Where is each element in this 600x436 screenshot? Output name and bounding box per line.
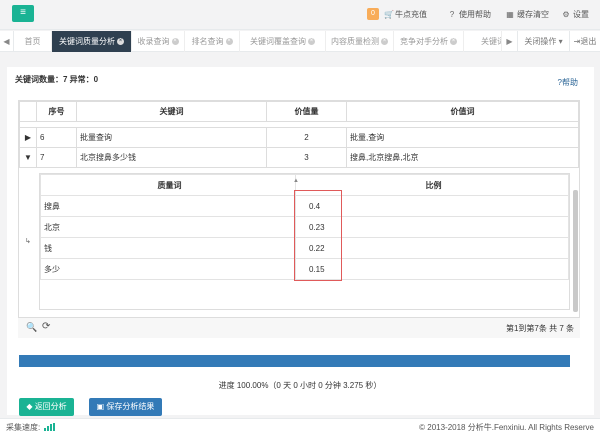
arrow-left-icon: ◆ — [26, 402, 35, 411]
col-header-id[interactable]: 序号 — [36, 101, 77, 122]
col-header-keyword[interactable]: 关键词 — [76, 101, 267, 122]
tab-home[interactable]: 首页 — [14, 31, 52, 52]
tab-next-button[interactable]: ▶ — [502, 31, 518, 52]
copyright-text: © 2013-2018 分析牛.Fenxiniu. All Rights Res… — [419, 423, 594, 432]
tab-keyword-coverage[interactable]: 关键词覆盖查询 × — [240, 31, 326, 52]
gear-icon: ⚙ — [562, 9, 570, 19]
cell-quality-word: 钱 — [40, 237, 296, 259]
close-tab-icon[interactable]: × — [308, 38, 315, 46]
expand-row-toggle[interactable]: ▶ — [19, 127, 37, 148]
tab-index-query[interactable]: 收录查询 × — [132, 31, 185, 52]
settings-link[interactable]: ⚙ 设置 — [562, 9, 589, 20]
close-tab-icon[interactable]: × — [225, 38, 233, 46]
table-header: 序号 关键词 价值量 价值词 — [19, 101, 579, 122]
tab-content-quality[interactable]: 内容质量检测 × — [326, 31, 394, 52]
col-header-words[interactable]: 价值词 — [346, 101, 579, 122]
tab-prev-button[interactable]: ◀ — [0, 31, 14, 52]
cell-keyword: 北京搜鼻多少钱 — [76, 147, 267, 168]
clear-cache-link[interactable]: ▦ 缓存清空 — [506, 9, 549, 20]
caret-right-icon: ▶ — [24, 133, 32, 142]
tab-bar: ◀ 首页 关键词质量分析 × 收录查询 × 排名查询 × 关键词覆盖查询 × 内容质量检… — [0, 31, 600, 52]
grid-scrollbar[interactable] — [573, 190, 578, 312]
close-tab-icon[interactable]: × — [450, 38, 457, 46]
progress-bar — [19, 355, 570, 367]
speed-label: 采集速度: — [6, 423, 41, 432]
table-row[interactable]: ▶ 6 批量查询 2 批量,查询 — [19, 127, 579, 148]
help-button[interactable]: ?帮助 — [558, 77, 578, 88]
tab-rank-query[interactable]: 排名查询 × — [185, 31, 240, 52]
back-button[interactable]: ◆ 返回分析 — [19, 398, 74, 416]
save-results-button[interactable]: ▣ 保存分析结果 — [89, 398, 162, 416]
recharge-link[interactable]: 🛒 牛点充值 — [384, 9, 427, 20]
cell-words: 搜鼻,北京搜鼻,北京 — [346, 147, 579, 168]
points-badge: 0 — [367, 8, 379, 20]
footer: 采集速度: © 2013-2018 分析牛.Fenxiniu. All Righ… — [0, 418, 600, 436]
keyword-table: 序号 关键词 价值量 价值词 ▶ 6 批量查询 2 批量,查询 ▼ 7 北京搜鼻… — [19, 101, 579, 168]
caret-down-icon: ▾ — [556, 37, 563, 46]
pager-info: 第1到第7条 共 7 条 — [505, 324, 574, 333]
cell-keyword: 批量查询 — [76, 127, 267, 148]
save-icon: ▣ — [96, 402, 107, 411]
sort-icon[interactable]: ▲ — [293, 178, 299, 184]
caret-down-icon: ▼ — [24, 153, 32, 162]
top-navbar: ≡ 0 🛒 牛点充值 ? 使用帮助 ▦ 缓存清空 ⚙ 设置 — [0, 0, 600, 30]
forward-icon: ▶ — [506, 37, 513, 46]
close-tab-icon[interactable]: × — [171, 38, 179, 46]
tab-keyword-partial[interactable]: 关键词 — [464, 31, 502, 52]
hamburger-icon: ≡ — [20, 7, 26, 18]
table-row[interactable]: ▼ 7 北京搜鼻多少钱 3 搜鼻,北京搜鼻,北京 — [19, 147, 579, 168]
menu-toggle-button[interactable]: ≡ — [12, 5, 34, 22]
logout-button[interactable]: ⇥退出 — [570, 31, 600, 52]
trash-icon: ▦ — [506, 9, 514, 19]
cell-value: 3 — [266, 147, 347, 168]
tab-keyword-quality[interactable]: 关键词质量分析 × — [52, 31, 132, 52]
collapse-row-toggle[interactable]: ▼ — [19, 147, 37, 168]
question-icon: ? — [449, 9, 455, 19]
cell-id: 6 — [36, 127, 77, 148]
tab-competitor[interactable]: 竞争对手分析 × — [394, 31, 464, 52]
subgrid-icon: ↳ — [25, 238, 31, 245]
col-header-value[interactable]: 价值量 — [266, 101, 347, 122]
backward-icon: ◀ — [3, 37, 10, 46]
search-icon[interactable]: 🔍 — [26, 322, 37, 333]
cell-quality-word: 搜鼻 — [40, 195, 296, 217]
help-link[interactable]: ? 使用帮助 — [448, 9, 491, 20]
progress-text: 进度 100.00%（0 天 0 小时 0 分钟 3.275 秒） — [218, 381, 382, 390]
cart-icon: 🛒 — [384, 9, 394, 19]
close-tab-icon[interactable]: × — [117, 38, 124, 46]
grid-pager: 🔍 ⟳ 第1到第7条 共 7 条 — [18, 317, 580, 338]
progress-fill — [19, 355, 570, 367]
close-ops-dropdown[interactable]: 关闭操作 ▾ — [518, 31, 570, 52]
refresh-icon[interactable]: ⟳ — [42, 321, 50, 332]
keyword-stats: 关键词数量：7 异常：0 — [15, 75, 99, 84]
cell-quality-word: 多少 — [40, 258, 296, 280]
cell-value: 2 — [266, 127, 347, 148]
close-tab-icon[interactable]: × — [381, 38, 388, 46]
col-header-quality-word[interactable]: 质量词 ▲ — [40, 174, 299, 196]
cell-words: 批量,查询 — [346, 127, 579, 148]
signal-icon — [44, 423, 55, 431]
cell-quality-word: 北京 — [40, 216, 296, 238]
cell-id: 7 — [36, 147, 77, 168]
highlight-box — [294, 190, 342, 281]
